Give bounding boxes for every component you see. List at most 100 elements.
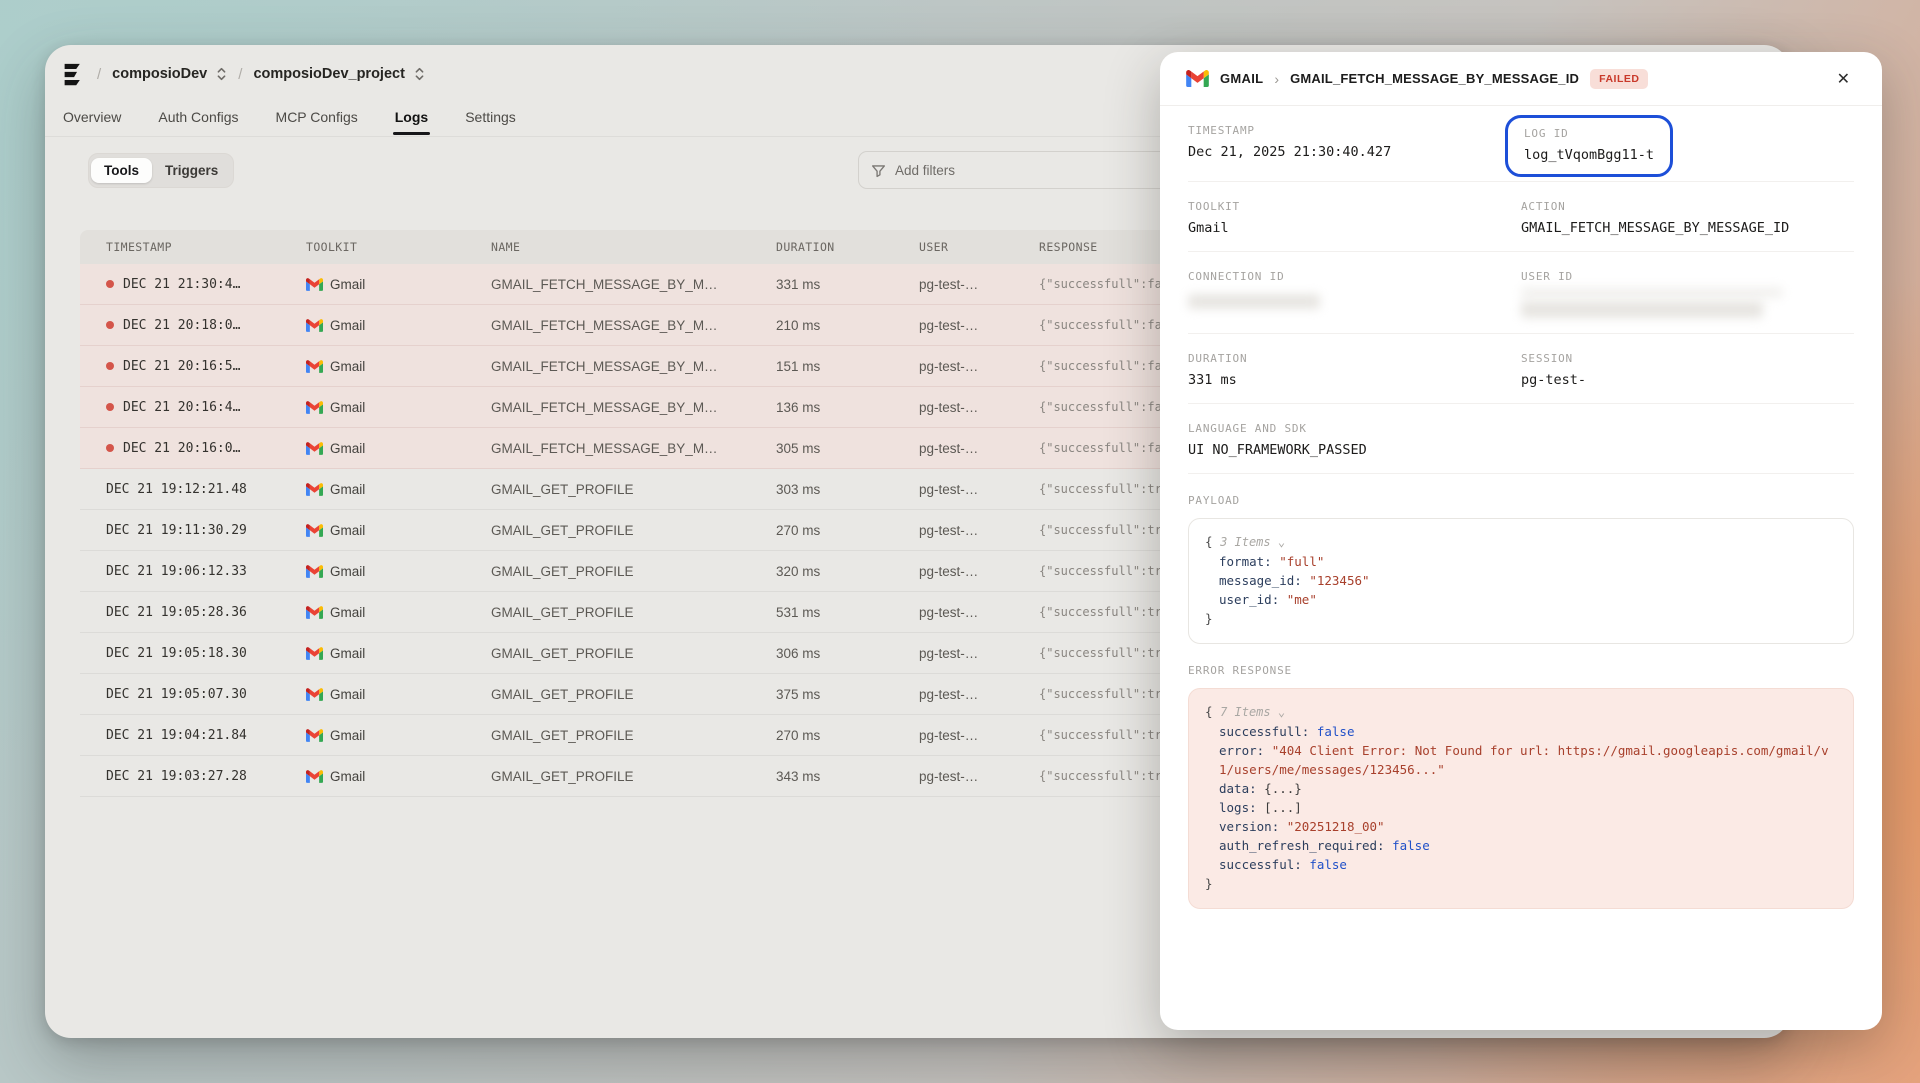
tab-mcp-configs[interactable]: MCP Configs — [274, 100, 360, 134]
composio-logo-icon[interactable] — [59, 61, 86, 88]
error-response-section: ERROR RESPONSE { 7 Items successfullfals… — [1188, 664, 1854, 909]
json-entry[interactable]: data{...} — [1205, 779, 1837, 798]
row-name: GMAIL_GET_PROFILE — [491, 564, 776, 579]
json-entry: format"full" — [1205, 552, 1837, 571]
row-timestamp: DEC 21 19:03:27.28 — [106, 769, 306, 784]
row-user: pg-test-… — [919, 318, 1039, 333]
row-user: pg-test-… — [919, 441, 1039, 456]
row-toolkit: Gmail — [306, 400, 491, 415]
gmail-icon — [306, 565, 323, 578]
row-toolkit: Gmail — [306, 441, 491, 456]
row-toolkit: Gmail — [306, 646, 491, 661]
filter-funnel-icon — [871, 163, 886, 178]
row-name: GMAIL_FETCH_MESSAGE_BY_M… — [491, 318, 776, 333]
gmail-icon — [306, 442, 323, 455]
row-duration: 270 ms — [776, 523, 919, 538]
row-duration: 343 ms — [776, 769, 919, 784]
tab-auth-configs[interactable]: Auth Configs — [156, 100, 240, 134]
row-toolkit: Gmail — [306, 318, 491, 333]
row-toolkit: Gmail — [306, 728, 491, 743]
toggle-tools[interactable]: Tools — [91, 158, 152, 183]
view-toggle: Tools Triggers — [88, 153, 234, 188]
row-name: GMAIL_GET_PROFILE — [491, 482, 776, 497]
gmail-icon — [306, 606, 323, 619]
tab-logs[interactable]: Logs — [393, 100, 430, 134]
close-icon[interactable]: ✕ — [1831, 65, 1856, 93]
row-name: GMAIL_GET_PROFILE — [491, 523, 776, 538]
gmail-icon — [306, 688, 323, 701]
row-name: GMAIL_FETCH_MESSAGE_BY_M… — [491, 359, 776, 374]
row-timestamp: DEC 21 20:16:4… — [106, 400, 306, 415]
payload-label: PAYLOAD — [1188, 494, 1854, 507]
field-row: TOOLKIT Gmail ACTION GMAIL_FETCH_MESSAGE… — [1188, 182, 1854, 252]
project-selector[interactable]: composioDev_project — [253, 66, 425, 82]
row-timestamp: DEC 21 21:30:4… — [106, 277, 306, 292]
gmail-icon — [306, 524, 323, 537]
toggle-triggers[interactable]: Triggers — [152, 158, 231, 183]
row-duration: 306 ms — [776, 646, 919, 661]
field-log-id: LOG ID log_tVqomBgg11-t — [1521, 124, 1854, 166]
row-toolkit: Gmail — [306, 277, 491, 292]
breadcrumb-separator: / — [97, 66, 101, 83]
project-name: composioDev_project — [253, 66, 405, 82]
gmail-icon — [306, 401, 323, 414]
gmail-icon — [306, 729, 323, 742]
org-selector[interactable]: composioDev — [112, 66, 227, 82]
row-name: GMAIL_GET_PROFILE — [491, 646, 776, 661]
tab-overview[interactable]: Overview — [61, 100, 123, 134]
row-user: pg-test-… — [919, 564, 1039, 579]
row-toolkit: Gmail — [306, 359, 491, 374]
log-id-highlight[interactable]: LOG ID log_tVqomBgg11-t — [1505, 115, 1673, 177]
col-name: NAME — [491, 240, 776, 254]
tab-settings[interactable]: Settings — [463, 100, 518, 134]
row-duration: 305 ms — [776, 441, 919, 456]
redacted-value — [1521, 301, 1763, 318]
items-toggle[interactable]: 3 Items — [1220, 535, 1285, 549]
row-timestamp: DEC 21 19:04:21.84 — [106, 728, 306, 743]
field-toolkit: TOOLKIT Gmail — [1188, 200, 1521, 236]
row-duration: 331 ms — [776, 277, 919, 292]
chevron-updown-icon — [216, 66, 227, 82]
row-timestamp: DEC 21 19:05:07.30 — [106, 687, 306, 702]
row-name: GMAIL_GET_PROFILE — [491, 605, 776, 620]
row-name: GMAIL_GET_PROFILE — [491, 769, 776, 784]
items-toggle[interactable]: 7 Items — [1220, 705, 1285, 719]
gmail-icon — [306, 647, 323, 660]
row-name: GMAIL_GET_PROFILE — [491, 687, 776, 702]
status-badge: FAILED — [1590, 69, 1648, 89]
breadcrumb: / composioDev / composioDev_project — [59, 57, 425, 91]
org-name: composioDev — [112, 66, 207, 82]
row-timestamp: DEC 21 20:16:5… — [106, 359, 306, 374]
row-user: pg-test-… — [919, 277, 1039, 292]
row-toolkit: Gmail — [306, 564, 491, 579]
row-timestamp: DEC 21 19:06:12.33 — [106, 564, 306, 579]
json-entry: successfulfalse — [1205, 855, 1837, 874]
row-duration: 210 ms — [776, 318, 919, 333]
chevron-right-icon: › — [1274, 71, 1279, 87]
row-duration: 375 ms — [776, 687, 919, 702]
row-user: pg-test-… — [919, 728, 1039, 743]
col-user: USER — [919, 240, 1039, 254]
row-user: pg-test-… — [919, 687, 1039, 702]
col-duration: DURATION — [776, 240, 919, 254]
row-timestamp: DEC 21 20:16:0… — [106, 441, 306, 456]
json-entry[interactable]: logs[...] — [1205, 798, 1837, 817]
payload-section: PAYLOAD { 3 Items format"full" message_i… — [1188, 494, 1854, 644]
add-filters-input[interactable]: Add filters — [858, 151, 1180, 189]
error-json-viewer: { 7 Items successfullfalse error"404 Cli… — [1188, 688, 1854, 909]
row-toolkit: Gmail — [306, 769, 491, 784]
row-duration: 303 ms — [776, 482, 919, 497]
row-name: GMAIL_GET_PROFILE — [491, 728, 776, 743]
field-action: ACTION GMAIL_FETCH_MESSAGE_BY_MESSAGE_ID — [1521, 200, 1854, 236]
row-duration: 136 ms — [776, 400, 919, 415]
row-user: pg-test-… — [919, 359, 1039, 374]
payload-json-viewer: { 3 Items format"full" message_id"123456… — [1188, 518, 1854, 644]
field-user-id: USER ID — [1521, 270, 1854, 318]
row-timestamp: DEC 21 19:05:18.30 — [106, 646, 306, 661]
error-response-label: ERROR RESPONSE — [1188, 664, 1854, 677]
redacted-value — [1188, 294, 1320, 309]
json-entry: version"20251218_00" — [1205, 817, 1837, 836]
redacted-value — [1521, 287, 1783, 298]
col-timestamp: TIMESTAMP — [106, 240, 306, 254]
field-session: SESSION pg-test- — [1521, 352, 1854, 388]
